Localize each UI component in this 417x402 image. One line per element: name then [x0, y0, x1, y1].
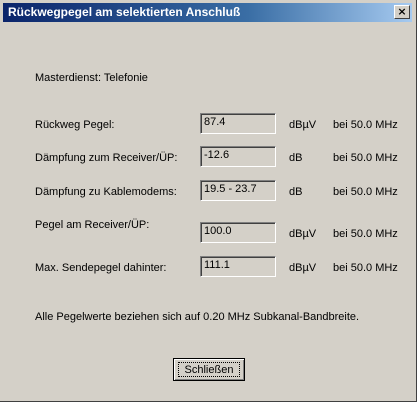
bandwidth-footnote: Alle Pegelwerte beziehen sich auf 0.20 M… [35, 311, 360, 323]
row-frequency: bei 50.0 MHz [333, 119, 398, 131]
daempfung-kablemodems-field: 19.5 - 23.7 [200, 180, 276, 201]
row-unit: dBµV [289, 119, 317, 131]
window-title: Rückwegpegel am selektierten Anschluß [8, 5, 241, 19]
row-label-daempfung-receiver: Dämpfung zum Receiver/ÜP: [35, 152, 178, 164]
row-unit: dBµV [289, 262, 317, 274]
row-frequency: bei 50.0 MHz [333, 152, 398, 164]
row-label-daempfung-kablemodems: Dämpfung zu Kablemodems: [35, 186, 177, 198]
row-unit: dBµV [289, 228, 317, 240]
daempfung-receiver-field: -12.6 [200, 146, 276, 167]
pegel-receiver-field: 100.0 [200, 222, 276, 243]
row-label-pegel-receiver: Pegel am Receiver/ÜP: [35, 219, 150, 231]
row-label-rueckweg-pegel: Rückweg Pegel: [35, 119, 115, 131]
dialog-window: Rückwegpegel am selektierten Anschluß × … [0, 0, 417, 402]
row-frequency: bei 50.0 MHz [333, 262, 398, 274]
row-label-max-sendepegel: Max. Sendepegel dahinter: [35, 262, 167, 274]
close-button[interactable]: Schließen [173, 358, 245, 381]
rueckweg-pegel-field: 87.4 [200, 113, 276, 134]
title-bar[interactable]: Rückwegpegel am selektierten Anschluß × [3, 3, 412, 22]
row-unit: dB [289, 152, 303, 164]
max-sendepegel-field: 111.1 [200, 256, 276, 277]
close-icon[interactable]: × [394, 5, 410, 19]
row-unit: dB [289, 186, 303, 198]
row-frequency: bei 50.0 MHz [333, 228, 398, 240]
master-service-label: Masterdienst: Telefonie [35, 72, 148, 84]
close-button-label: Schließen [178, 362, 240, 377]
row-frequency: bei 50.0 MHz [333, 186, 398, 198]
